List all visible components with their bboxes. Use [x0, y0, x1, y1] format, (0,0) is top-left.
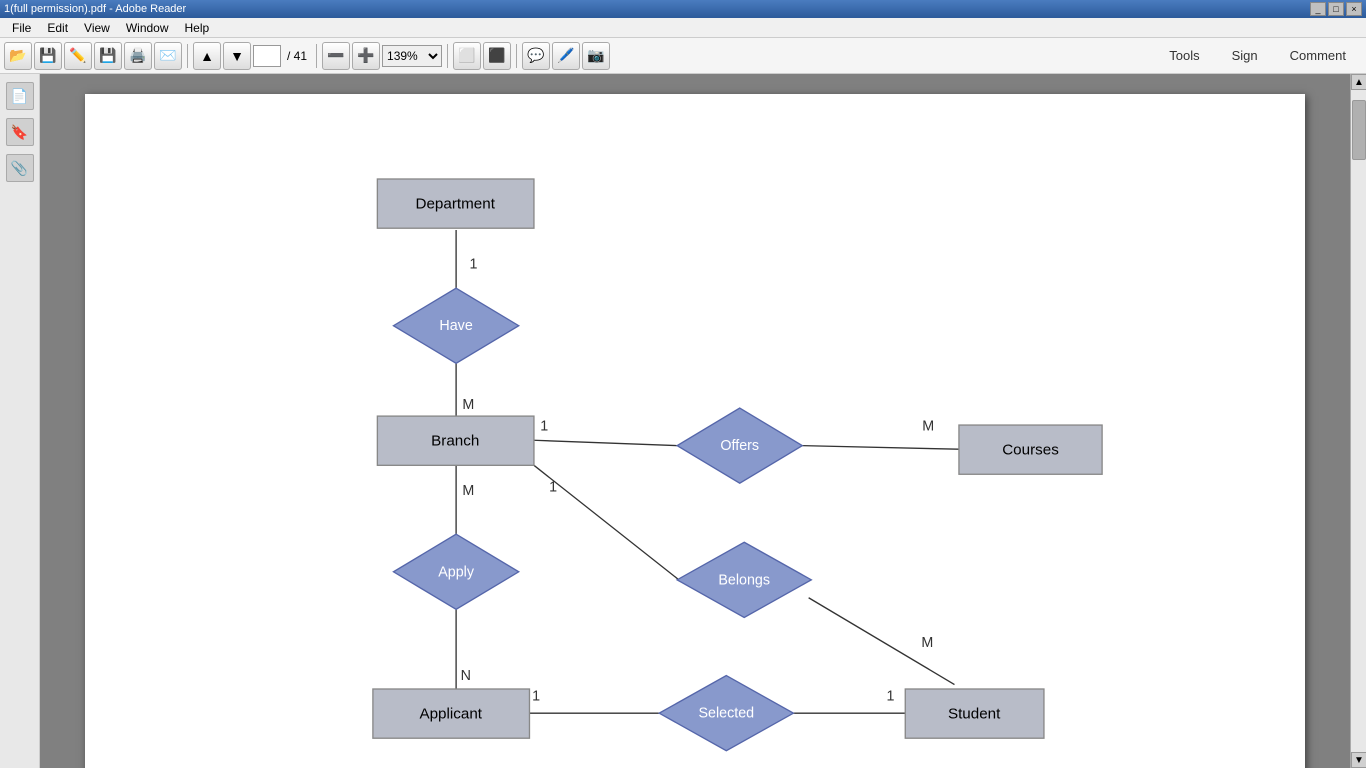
menu-view[interactable]: View: [76, 19, 118, 37]
pdf-area[interactable]: 1 M 1 M M 1 N M 1 1: [40, 74, 1350, 768]
zoom-in-button[interactable]: ➕: [352, 42, 380, 70]
svg-text:M: M: [462, 397, 474, 413]
save-button[interactable]: 💾: [94, 42, 122, 70]
svg-text:M: M: [922, 418, 934, 434]
svg-text:Belongs: Belongs: [718, 572, 770, 588]
svg-text:1: 1: [470, 256, 478, 272]
sep3: [447, 44, 448, 68]
title-bar-text: 1(full permission).pdf - Adobe Reader: [4, 3, 186, 15]
menu-file[interactable]: File: [4, 19, 39, 37]
note-button[interactable]: 💬: [522, 42, 550, 70]
pdf-page: 1 M 1 M M 1 N M 1 1: [85, 94, 1305, 768]
svg-text:M: M: [462, 483, 474, 499]
toolbar-right: Tools Sign Comment: [1153, 44, 1362, 67]
fit-page-button[interactable]: ⬜: [453, 42, 481, 70]
next-page-button[interactable]: ▼: [223, 42, 251, 70]
snapshot-button[interactable]: 📷: [582, 42, 610, 70]
attachments-panel-button[interactable]: 📎: [6, 154, 34, 182]
scroll-up-button[interactable]: ▲: [1351, 74, 1366, 90]
svg-text:Have: Have: [439, 318, 472, 334]
svg-text:Apply: Apply: [438, 564, 475, 580]
svg-text:Department: Department: [415, 196, 495, 213]
scroll-track[interactable]: [1351, 90, 1366, 752]
comment-button[interactable]: Comment: [1274, 44, 1362, 67]
bookmarks-panel-button[interactable]: 🔖: [6, 118, 34, 146]
minimize-button[interactable]: _: [1310, 2, 1326, 16]
save-copy-button[interactable]: 💾: [34, 42, 62, 70]
prev-page-button[interactable]: ▲: [193, 42, 221, 70]
zoom-select[interactable]: 139% 100% 75% 150%: [382, 45, 442, 67]
edit-button[interactable]: ✏️: [64, 42, 92, 70]
title-bar: 1(full permission).pdf - Adobe Reader _ …: [0, 0, 1366, 18]
svg-text:Student: Student: [948, 706, 1001, 723]
svg-text:M: M: [921, 635, 933, 651]
svg-text:Courses: Courses: [1002, 442, 1059, 459]
menu-help[interactable]: Help: [177, 19, 218, 37]
menu-window[interactable]: Window: [118, 19, 177, 37]
sep2: [316, 44, 317, 68]
page-number-input[interactable]: 6: [253, 45, 281, 67]
sep4: [516, 44, 517, 68]
email-button[interactable]: ✉️: [154, 42, 182, 70]
svg-text:Selected: Selected: [698, 706, 754, 722]
pages-panel-button[interactable]: 📄: [6, 82, 34, 110]
main-area: 📄 🔖 📎: [0, 74, 1366, 768]
menu-bar: File Edit View Window Help: [0, 18, 1366, 38]
svg-text:N: N: [461, 668, 471, 684]
er-diagram: 1 M 1 M M 1 N M 1 1: [85, 94, 1305, 768]
svg-text:Offers: Offers: [720, 438, 759, 454]
menu-edit[interactable]: Edit: [39, 19, 76, 37]
highlight-button[interactable]: 🖊️: [552, 42, 580, 70]
open-button[interactable]: 📂: [4, 42, 32, 70]
print-button[interactable]: 🖨️: [124, 42, 152, 70]
svg-text:1: 1: [532, 689, 540, 705]
scrollbar[interactable]: ▲ ▼: [1350, 74, 1366, 768]
svg-text:1: 1: [549, 479, 557, 495]
tools-button[interactable]: Tools: [1153, 44, 1215, 67]
fit-width-button[interactable]: ⬛: [483, 42, 511, 70]
zoom-out-button[interactable]: ➖: [322, 42, 350, 70]
sep1: [187, 44, 188, 68]
left-panel: 📄 🔖 📎: [0, 74, 40, 768]
page-total: / 41: [283, 49, 311, 63]
restore-button[interactable]: □: [1328, 2, 1344, 16]
scroll-thumb[interactable]: [1352, 100, 1366, 160]
toolbar: 📂 💾 ✏️ 💾 🖨️ ✉️ ▲ ▼ 6 / 41 ➖ ➕ 139% 100% …: [0, 38, 1366, 74]
sign-button[interactable]: Sign: [1216, 44, 1274, 67]
scroll-down-button[interactable]: ▼: [1351, 752, 1366, 768]
svg-text:1: 1: [540, 418, 548, 434]
close-button[interactable]: ×: [1346, 2, 1362, 16]
svg-text:Applicant: Applicant: [419, 706, 482, 723]
svg-text:Branch: Branch: [431, 433, 479, 450]
title-bar-controls[interactable]: _ □ ×: [1310, 2, 1362, 16]
svg-text:1: 1: [886, 689, 894, 705]
